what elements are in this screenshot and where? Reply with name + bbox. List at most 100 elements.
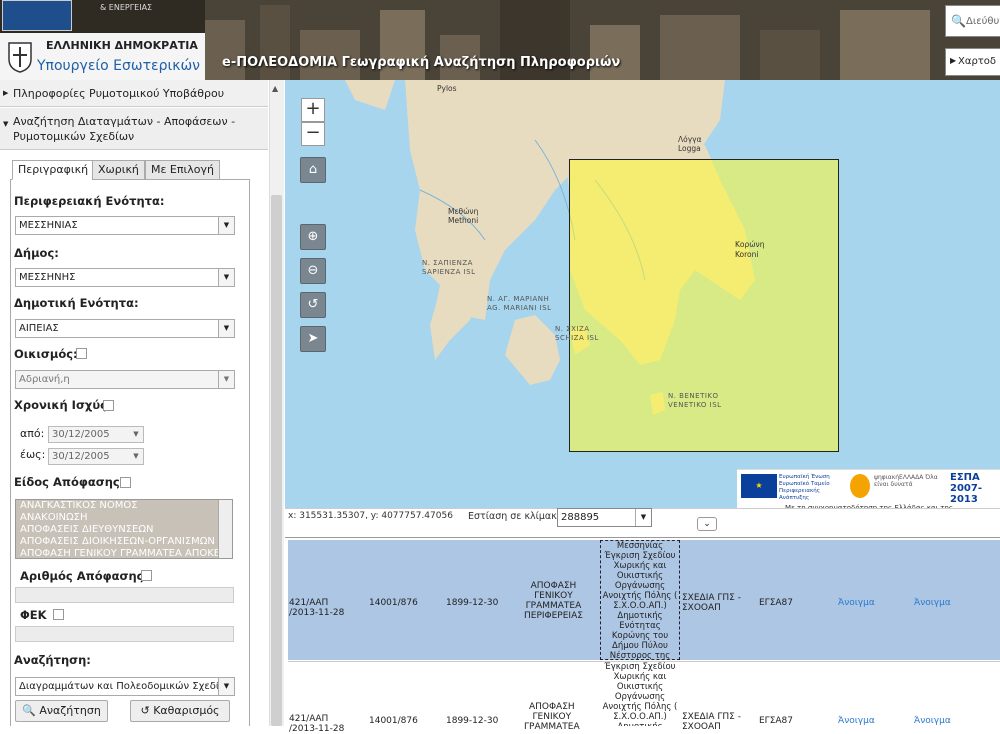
open-map-link[interactable]: Άνοιγμα [914,716,951,726]
from-date-value: 30/12/2005 [52,429,110,440]
chevron-down-icon: ⌄ [703,519,711,529]
tab-spatial[interactable]: Χωρική [92,160,145,180]
to-date-input[interactable]: 30/12/2005 ▼ [48,448,144,465]
cell-decision-id: 421/ΑΑΠ /2013-11-28 [289,598,345,618]
tab-descriptive[interactable]: Περιγραφική [12,160,95,180]
decision-type-listbox[interactable]: ΑΝΑΓΚΑΣΤΙΚΟΣ ΝΟΜΟΣ ΑΝΑΚΟΙΝΩΣΗ ΑΠΟΦΑΣΕΙΣ … [15,499,233,559]
coordinates-readout: x: 315531.35307, y: 4077757.47056 [288,511,453,521]
home-icon: ⌂ [308,162,318,177]
ministry-title: Υπουργείο Εσωτερικών [37,58,200,74]
validity-checkbox[interactable] [103,400,114,411]
digital-greece-text: ψηφιακήΕΛΛΑΔΑ Όλα είναι δυνατά [874,474,938,488]
accordion-base-info-label: Πληροφορίες Ρυμοτομικού Υποβάθρου [13,87,225,100]
chevron-down-icon: ▼ [218,320,234,337]
cell-description: Μεσσηνίας Έγκριση Σχεδίου Χωρικής και Οι… [600,540,680,660]
cell-crs: ΕΓΣΑ87 [759,716,793,726]
cell-protocol: 14001/876 [369,598,418,608]
listbox-scrollbar[interactable] [218,500,232,558]
search-button-label: Αναζήτηση [39,704,101,717]
list-item[interactable]: ΑΝΑΓΚΑΣΤΙΚΟΣ ΝΟΜΟΣ [16,500,232,512]
chevron-down-icon: ▼ [133,430,139,438]
validity-label: Χρονική Ισχύς [14,398,107,412]
cell-description: Έγκριση Σχεδίου Χωρικής και Οικιστικής Ο… [600,662,680,726]
zoom-previous-button[interactable]: ↺ [300,292,326,318]
open-map-link[interactable]: Άνοιγμα [914,598,951,608]
regional-unit-select[interactable]: ΜΕΣΣΗΝΙΑΣ ▼ [15,216,235,235]
cell-decision-id: 421/ΑΑΠ /2013-11-28 [289,714,345,734]
municipal-unit-select[interactable]: ΑΙΠΕΙΑΣ ▼ [15,319,235,338]
map-label-venetiko: Ν. ΒΕΝΕΤΙΚΟ VENETIKO ISL [668,392,722,409]
list-item[interactable]: ΑΠΟΦΑΣΗ ΓΕΝΙΚΟΥ ΓΡΑΜΜΑΤΕΑ ΑΠΟΚΕ [16,548,232,558]
list-item[interactable]: ΑΠΟΦΑΣΕΙΣ ΔΙΕΥΘΥΝΣΕΩΝ [16,524,232,536]
zoom-out-tool-button[interactable]: ⊖ [300,258,326,284]
chevron-down-icon: ▼ [218,269,234,286]
scale-value: 288895 [561,512,600,523]
cell-decision-type: ΑΠΟΦΑΣΗ ΓΕΝΙΚΟΥ ΓΡΑΜΜΑΤΕΑ ΠΕΡΙΦΕΡΕΙΑΣ [524,581,583,621]
search-type-label: Αναζήτηση: [14,653,91,667]
pointer-icon: ➤ [307,331,319,346]
search-button[interactable]: 🔍 Αναζήτηση [15,700,108,722]
map-label-pylos: Pylos [437,84,457,93]
list-item[interactable]: ΑΠΟΦΑΣΕΙΣ ΔΙΟΙΚΗΣΕΩΝ-ΟΡΓΑΝΙΣΜΩΝ [16,536,232,548]
chevron-down-icon: ▼ [218,371,234,388]
from-date-input[interactable]: 30/12/2005 ▼ [48,426,144,443]
digital-greece-logo-icon [850,474,870,498]
open-document-link[interactable]: Άνοιγμα [838,598,875,608]
map-label-methoni: Μεθώνη Methoni [448,207,479,225]
fek-input[interactable] [15,626,234,642]
zoom-in-tool-button[interactable]: ⊕ [300,224,326,250]
cell-crs: ΕΓΣΑ87 [759,598,793,608]
cell-date: 1899-12-30 [446,598,499,608]
accordion-decrees-label-1: Αναζήτηση Διαταγμάτων - Αποφάσεων - [13,115,236,128]
municipal-unit-value: ΑΙΠΕΙΑΣ [19,323,59,334]
map-label-logga: Λόγγα Logga [678,135,702,153]
sidebar-scrollbar-thumb[interactable] [271,195,282,726]
chevron-down-icon: ▼ [3,120,9,128]
list-item[interactable]: ΑΝΑΚΟΙΝΩΣΗ [16,512,232,524]
home-extent-button[interactable]: ⌂ [300,157,326,183]
fek-checkbox[interactable] [53,609,64,620]
municipality-select[interactable]: ΜΕΣΣΗΝΗΣ ▼ [15,268,235,287]
map-label-koroni: Κορώνη Koroni [735,240,765,259]
collapse-results-button[interactable]: ⌄ [697,517,717,531]
search-icon[interactable]: 🔍 [951,14,966,28]
ministry-subtitle: & ΕΝΕΡΓΕΙΑΣ [100,3,153,12]
chevron-right-icon: ▶ [3,89,9,97]
search-type-value: Διαγραμμάτων και Πολεοδομικών Σχεδίων [19,681,234,692]
regional-unit-value: ΜΕΣΣΗΝΙΑΣ [19,220,78,231]
zoom-in-button[interactable]: + [301,98,325,122]
decision-number-input[interactable] [15,587,234,603]
municipality-label: Δήμος: [14,246,59,260]
chevron-right-icon: ▶ [950,56,957,65]
tab-selection[interactable]: Με Επιλογή [145,160,220,180]
from-date-label: από: [20,427,45,440]
scroll-up-icon[interactable]: ▲ [272,84,278,93]
open-document-link[interactable]: Άνοιγμα [838,716,875,726]
clear-button-label: Καθαρισμός [153,704,220,717]
to-date-label: έως: [20,448,46,461]
accordion-decrees-label-2: Ρυμοτομικών Σχεδίων [13,130,135,143]
cell-decision-type: ΑΠΟΦΑΣΗ ΓΕΝΙΚΟΥ ΓΡΑΜΜΑΤΕΑ [524,702,580,732]
clear-button[interactable]: ↺ Καθαρισμός [130,700,230,722]
accordion-base-info[interactable]: ▶ Πληροφορίες Ρυμοτομικού Υποβάθρου [0,80,268,107]
pointer-tool-button[interactable]: ➤ [300,326,326,352]
municipal-unit-label: Δημοτική Ενότητα: [14,296,139,310]
settlement-value: Αδριανή,η [19,374,70,385]
decision-type-checkbox[interactable] [120,477,131,488]
regional-unit-label: Περιφερειακή Ενότητα: [14,194,165,208]
settlement-checkbox[interactable] [76,348,87,359]
decision-number-checkbox[interactable] [141,570,152,581]
settlement-label: Οικισμός: [14,347,78,361]
decision-number-label: Αριθμός Απόφασης: [20,569,149,583]
cell-plan-type: ΣΧΕΔΙΑ ΓΠΣ - ΣΧΟΟΑΠ [682,593,741,613]
cell-description-text: Έγκριση Σχεδίου Χωρικής και Οικιστικής Ο… [602,662,678,726]
cell-date: 1899-12-30 [446,716,499,726]
accordion-decrees-search[interactable]: ▼ Αναζήτηση Διαταγμάτων - Αποφάσεων - Ρυ… [0,108,268,150]
chevron-down-icon: ▼ [635,509,651,526]
espa-logo: ΕΣΠΑ 2007-2013 [950,472,982,505]
settlement-select[interactable]: Αδριανή,η ▼ [15,370,235,389]
search-type-select[interactable]: Διαγραμμάτων και Πολεοδομικών Σχεδίων ▼ [15,677,235,696]
zoom-out-button[interactable]: − [301,122,325,146]
republic-title: ΕΛΛΗΝΙΚΗ ΔΗΜΟΚΡΑΤΙΑ [46,39,198,52]
greek-emblem-icon [8,42,32,73]
